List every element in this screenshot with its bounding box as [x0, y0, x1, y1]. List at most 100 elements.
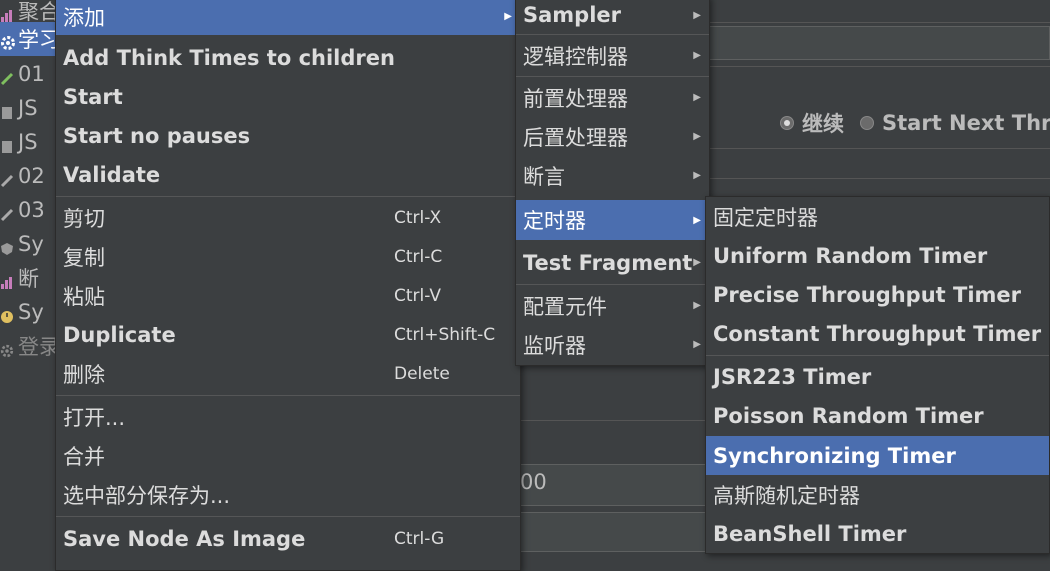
menu-item-assertion[interactable]: 断言 ▶ [516, 156, 709, 195]
tree-item[interactable]: 登录 [0, 329, 60, 363]
menu-item-config-element[interactable]: 配置元件 ▶ [516, 286, 709, 325]
tree-item[interactable]: JS [0, 125, 56, 159]
chart-icon [0, 4, 14, 22]
menu-item-sampler[interactable]: Sampler ▶ [516, 0, 709, 33]
menu-item-constant-throughput-timer[interactable]: Constant Throughput Timer [706, 314, 1049, 353]
menu-item-label: JSR223 Timer [713, 364, 872, 389]
script-icon [0, 101, 14, 119]
value-field[interactable] [520, 464, 722, 506]
menu-item-label: 逻辑控制器 [523, 44, 628, 69]
tree-item-label: Sy [18, 232, 44, 256]
menu-item-label: 前置处理器 [523, 86, 628, 111]
add-submenu: Sampler ▶ 逻辑控制器 ▶ 前置处理器 ▶ 后置处理器 ▶ 断言 ▶ 定… [515, 0, 710, 366]
menu-item-poisson-random-timer[interactable]: Poisson Random Timer [706, 396, 1049, 435]
chart-icon [0, 271, 14, 289]
shortcut-label: Ctrl-G [394, 528, 445, 549]
menu-item-save-selection-as[interactable]: 选中部分保存为... [56, 475, 520, 514]
menu-item-pre-processor[interactable]: 前置处理器 ▶ [516, 78, 709, 117]
radio-start-next[interactable] [860, 116, 874, 130]
menu-separator [56, 516, 520, 517]
menu-item-label: 监听器 [523, 333, 586, 358]
gear-icon [0, 339, 14, 358]
menu-item-label: Start no pauses [63, 123, 251, 148]
menu-item-timer[interactable]: 定时器 ▶ [516, 200, 709, 240]
tree-item-label: 登录 [18, 335, 60, 359]
pencil-icon [0, 203, 14, 222]
menu-item-label: 高斯随机定时器 [713, 483, 860, 508]
menu-item-jsr223-timer[interactable]: JSR223 Timer [706, 357, 1049, 396]
menu-item-save-node-as-image[interactable]: Save Node As Image Ctrl-G [56, 518, 520, 559]
partial-value-text: 00 [520, 470, 547, 494]
menu-item-open[interactable]: 打开... [56, 397, 520, 436]
submenu-arrow-icon: ▶ [693, 257, 701, 268]
menu-item-start-no-pauses[interactable]: Start no pauses [56, 116, 520, 155]
menu-item-paste[interactable]: 粘贴 Ctrl-V [56, 276, 520, 315]
menu-item-post-processor[interactable]: 后置处理器 ▶ [516, 117, 709, 156]
radio-continue[interactable] [780, 116, 794, 130]
tree-item-label: Sy [18, 300, 44, 324]
tree-item[interactable]: Sy [0, 295, 56, 329]
menu-item-label: 复制 [63, 245, 105, 270]
menu-item-beanshell-timer[interactable]: BeanShell Timer [706, 514, 1049, 553]
tree-item-label: 断 [18, 267, 39, 291]
menu-item-add-think-times[interactable]: Add Think Times to children [56, 38, 520, 77]
menu-item-validate[interactable]: Validate [56, 155, 520, 194]
menu-item-gaussian-random-timer[interactable]: 高斯随机定时器 [706, 475, 1049, 514]
radio-start-next-label: Start Next Thre [882, 111, 1050, 135]
menu-item-label: 添加 [63, 5, 105, 30]
tree-item[interactable]: 03 [0, 193, 56, 227]
tree-item-label: 03 [18, 198, 45, 222]
value-field[interactable] [520, 512, 722, 552]
submenu-arrow-icon: ▶ [693, 131, 701, 142]
shortcut-label: Ctrl-C [394, 246, 443, 267]
menu-item-merge[interactable]: 合并 [56, 436, 520, 475]
menu-separator [56, 196, 520, 197]
tree-item-label: 02 [18, 164, 45, 188]
menu-item-copy[interactable]: 复制 Ctrl-C [56, 237, 520, 276]
submenu-arrow-icon: ▶ [693, 50, 701, 61]
menu-item-precise-throughput-timer[interactable]: Precise Throughput Timer [706, 275, 1049, 314]
menu-item-logic-controller[interactable]: 逻辑控制器 ▶ [516, 36, 709, 75]
tree-item[interactable]: Sy [0, 227, 56, 261]
menu-item-delete[interactable]: 删除 Delete [56, 354, 520, 393]
tree-item-label: 学习 [18, 28, 60, 52]
shortcut-label: Ctrl-V [394, 285, 442, 306]
tree-item[interactable]: 02 [0, 159, 56, 193]
submenu-arrow-icon: ▶ [693, 300, 701, 311]
menu-item-start[interactable]: Start [56, 77, 520, 116]
shortcut-label: Ctrl-X [394, 207, 442, 228]
menu-item-label: Start [63, 84, 123, 109]
menu-separator [56, 395, 520, 396]
pencil-icon [0, 67, 14, 86]
submenu-arrow-icon: ▶ [693, 92, 701, 103]
tree-item[interactable]: 断 [0, 261, 56, 295]
timer-icon [0, 305, 14, 323]
menu-item-label: Add Think Times to children [63, 45, 395, 70]
submenu-arrow-icon: ▶ [693, 339, 701, 350]
menu-item-label: Precise Throughput Timer [713, 282, 1022, 307]
menu-separator [516, 76, 709, 77]
test-plan-tree: 聚合 学习 01 JS JS 02 03 Sy 断 Sy 登录 [0, 0, 60, 567]
menu-item-synchronizing-timer[interactable]: Synchronizing Timer [706, 436, 1049, 475]
action-radio-group: 继续 Start Next Thre [780, 108, 1050, 138]
tree-item[interactable]: JS [0, 91, 56, 125]
menu-item-uniform-random-timer[interactable]: Uniform Random Timer [706, 236, 1049, 275]
tree-item[interactable]: 01 [0, 57, 56, 91]
menu-item-label: Test Fragment [523, 250, 693, 275]
menu-item-label: Constant Throughput Timer [713, 321, 1042, 346]
tree-item-selected[interactable]: 学习 [0, 22, 60, 56]
menu-item-listener[interactable]: 监听器 ▶ [516, 325, 709, 364]
menu-item-cut[interactable]: 剪切 Ctrl-X [56, 198, 520, 237]
menu-item-label: 选中部分保存为... [63, 483, 231, 508]
menu-item-add[interactable]: 添加 ▶ [56, 0, 520, 35]
submenu-arrow-icon: ▶ [693, 9, 701, 21]
menu-item-label: 配置元件 [523, 294, 607, 319]
script-icon [0, 135, 14, 153]
menu-item-duplicate[interactable]: Duplicate Ctrl+Shift-C [56, 315, 520, 354]
tree-item-label: JS [18, 130, 38, 154]
menu-item-constant-timer[interactable]: 固定定时器 [706, 197, 1049, 236]
menu-item-label: 固定定时器 [713, 205, 818, 230]
menu-item-label: Validate [63, 162, 161, 187]
shield-icon [0, 237, 14, 255]
menu-item-test-fragment[interactable]: Test Fragment ▶ [516, 243, 709, 282]
